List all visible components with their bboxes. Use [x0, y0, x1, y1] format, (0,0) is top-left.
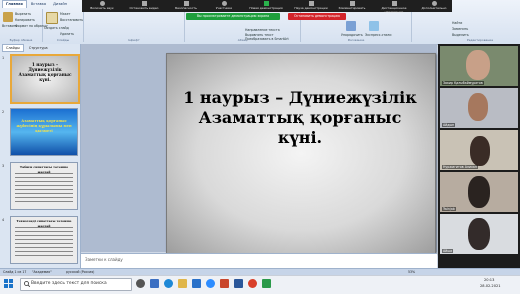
thumbnail-title: 1 наурыз – Дүниежүзілік Азаматтық қорған…: [18, 62, 72, 82]
slide-number: 3: [2, 164, 5, 168]
participant-video[interactable]: Айдын: [440, 88, 518, 128]
new-slide-icon: [46, 12, 58, 24]
notes-placeholder: Заметки к слайду: [85, 257, 123, 262]
paragraph-label: Абзац: [237, 38, 248, 42]
new-slide-button[interactable]: Создать слайд: [44, 26, 69, 30]
slide-thumbnail[interactable]: Техногенді сипаттағы төтенше жағдай: [10, 216, 78, 264]
participant-face: [468, 218, 490, 250]
participant-name: Нуржигитов Алихан: [442, 165, 478, 169]
clock-date[interactable]: 28.02.2021: [480, 284, 501, 288]
pause-share-button[interactable]: Пауза демонстрации: [290, 1, 332, 11]
participant-name: Закир Қалыбаймұратов: [442, 81, 484, 85]
windows-start-icon[interactable]: [4, 279, 13, 288]
participant-face: [468, 176, 490, 208]
participants-button[interactable]: Участники: [206, 1, 242, 11]
reset-button[interactable]: Восстановить: [60, 18, 83, 22]
cut-button[interactable]: Вырезать: [15, 12, 31, 16]
store-icon[interactable]: [192, 279, 201, 288]
slides-group: Создать слайд Макет Восстановить Удалить…: [43, 9, 84, 42]
editing-group: Найти Заменить Выделить Редактирование: [440, 9, 520, 42]
annotate-button[interactable]: Комментировать: [332, 1, 372, 11]
taskbar-search[interactable]: Введите здесь текст для поиска: [20, 278, 132, 291]
clipboard-group: Вставить Вырезать Копировать Формат по о…: [0, 9, 48, 42]
pane-tabs: Слайды Структура: [0, 44, 82, 52]
participant-face: [470, 136, 490, 166]
layout-button[interactable]: Макет: [60, 12, 70, 16]
thumbnail-table: [15, 227, 73, 259]
drawing-label: Рисование: [347, 38, 365, 42]
participant-name: Айша: [442, 249, 454, 253]
remote-control-button[interactable]: Дистанционное управление: [372, 1, 416, 14]
replace-button[interactable]: Заменить: [452, 27, 468, 31]
participant-name: Twinjab: [442, 207, 456, 211]
stop-share-button[interactable]: Остановить демонстрацию: [288, 13, 346, 20]
edge-icon[interactable]: [164, 279, 173, 288]
thumbnail-title: Азаматтық қорғаныс жүйесінің құрылымы ме…: [16, 119, 72, 133]
word-icon[interactable]: [234, 279, 243, 288]
sharing-banner: Вы просматриваете демонстрацию экрана: [186, 13, 280, 20]
search-placeholder: Введите здесь текст для поиска: [31, 281, 107, 286]
tab-outline[interactable]: Структура: [26, 45, 51, 51]
arrange-button[interactable]: Упорядочить: [341, 33, 363, 37]
current-slide[interactable]: [166, 53, 436, 254]
participant-video[interactable]: Нуржигитов Алихан: [440, 130, 518, 170]
quick-styles-button[interactable]: Экспресс-стили: [365, 33, 391, 37]
clipboard-label: Буфер обмена: [9, 38, 33, 42]
font-label: Шрифт: [128, 38, 140, 42]
tab-insert[interactable]: Вставка: [28, 1, 49, 8]
slide-number: 2: [2, 110, 5, 114]
unmute-button[interactable]: Включить звук: [82, 1, 122, 11]
search-icon: [24, 281, 30, 287]
slide-number: 1: [2, 56, 5, 60]
slides-pane: Слайды Структура 1 1 наурыз – Дүниежүзіл…: [0, 44, 81, 268]
participant-face: [466, 50, 490, 80]
slide-title[interactable]: 1 наурыз – Дүниежүзілік Азаматтық қорған…: [176, 88, 424, 148]
arrange-icon: [346, 21, 356, 31]
participant-video[interactable]: Айша: [440, 214, 518, 254]
new-share-button[interactable]: Новая демонстрация: [242, 1, 290, 11]
file-explorer-icon[interactable]: [178, 279, 187, 288]
font-group: Шрифт: [84, 9, 185, 42]
select-button[interactable]: Выделить: [452, 33, 469, 37]
paste-icon: [3, 12, 13, 22]
tab-design[interactable]: Дизайн: [50, 1, 70, 8]
thumbnail-table: [15, 173, 73, 205]
copy-button[interactable]: Копировать: [15, 18, 35, 22]
excel-icon[interactable]: [262, 279, 271, 288]
tab-home[interactable]: Главная: [2, 0, 27, 8]
zoom-app-icon[interactable]: [206, 279, 215, 288]
find-button[interactable]: Найти: [452, 21, 462, 25]
participant-name: Айдын: [442, 123, 456, 127]
stop-video-button[interactable]: Остановить видео: [122, 1, 166, 11]
tab-slides[interactable]: Слайды: [2, 44, 24, 52]
chrome-icon[interactable]: [248, 279, 257, 288]
security-button[interactable]: Безопасность: [166, 1, 206, 11]
slide-number: 4: [2, 218, 5, 222]
quick-styles-icon: [369, 21, 379, 31]
participant-video[interactable]: Twinjab: [440, 172, 518, 212]
more-button[interactable]: Дополнительно: [416, 1, 452, 11]
notes-pane[interactable]: Заметки к слайду: [81, 253, 437, 269]
slide-thumbnail[interactable]: 1 наурыз – Дүниежүзілік Азаматтық қорған…: [10, 54, 80, 104]
powerpoint-icon[interactable]: [220, 279, 229, 288]
slides-label: Слайды: [56, 38, 70, 42]
task-view-icon[interactable]: [150, 279, 159, 288]
cortana-icon[interactable]: [136, 279, 145, 288]
clock-time[interactable]: 20:13: [484, 278, 494, 282]
text-direction-button[interactable]: Направление текста: [245, 28, 280, 32]
zoom-toolbar: Включить звук Остановить видео Безопасно…: [82, 0, 452, 14]
participant-video[interactable]: Закир Қалыбаймұратов: [440, 46, 518, 86]
slide-thumbnail[interactable]: Табиғи сипаттағы төтенше жағдай: [10, 162, 78, 210]
slide-thumbnail[interactable]: Азаматтық қорғаныс жүйесінің құрылымы ме…: [10, 108, 78, 156]
delete-slide-button[interactable]: Удалить: [60, 32, 74, 36]
editing-label: Редактирование: [466, 38, 494, 42]
participant-face: [468, 93, 488, 121]
